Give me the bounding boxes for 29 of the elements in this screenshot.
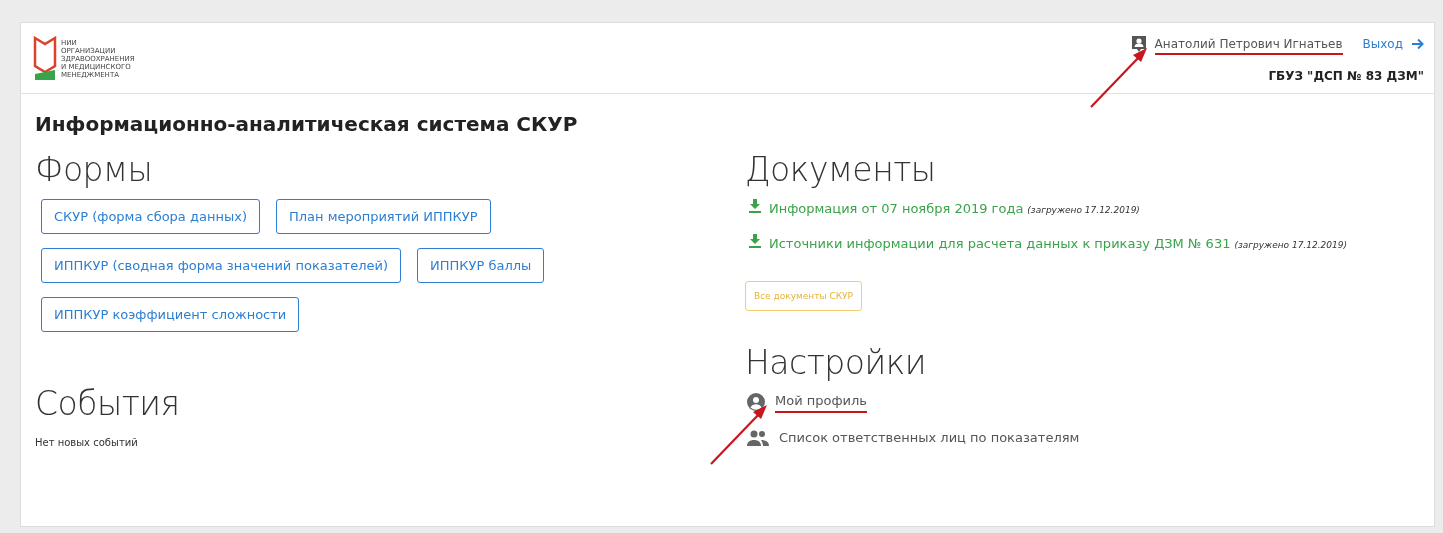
- arrow-right-icon: [1411, 38, 1424, 50]
- page-title: Информационно-аналитическая система СКУР: [35, 112, 579, 136]
- user-card-icon: [1130, 35, 1147, 53]
- settings-link[interactable]: Мой профиль: [775, 393, 867, 413]
- section-heading: События: [35, 384, 181, 423]
- download-icon: [749, 199, 761, 213]
- section-heading: Настройки: [745, 343, 927, 382]
- form-button[interactable]: СКУР (форма сбора данных): [41, 199, 260, 234]
- user-name-link[interactable]: Анатолий Петрович Игнатьев: [1154, 37, 1343, 55]
- organization-name: ГБУЗ "ДСП № 83 ДЗМ": [1268, 69, 1424, 83]
- form-button[interactable]: План мероприятий ИППКУР: [275, 199, 491, 234]
- settings-link[interactable]: Список ответственных лиц по показателям: [779, 430, 1080, 448]
- section-heading: Формы: [35, 150, 154, 189]
- user-circle-icon: [747, 392, 765, 411]
- logo-icon: [33, 36, 57, 82]
- upload-date: (загружено 17.12.2019): [1027, 205, 1140, 215]
- form-button[interactable]: ИППКУР коэффициент сложности: [41, 297, 300, 332]
- section-heading: Документы: [745, 150, 937, 189]
- document-link[interactable]: Информация от 07 ноября 2019 года: [769, 201, 1024, 216]
- events-message: Нет новых событий: [35, 437, 139, 448]
- form-button[interactable]: ИППКУР баллы: [417, 248, 545, 283]
- form-button[interactable]: ИППКУР (сводная форма значений показателей): [41, 248, 401, 283]
- annotation-arrow: [1088, 45, 1149, 109]
- download-icon: [749, 234, 761, 248]
- logout-link[interactable]: Выход: [1362, 37, 1403, 51]
- users-icon: [747, 429, 769, 446]
- upload-date: (загружено 17.12.2019): [1234, 240, 1347, 250]
- document-link[interactable]: Источники информации для расчета данных к приказу ДЗМ № 631: [769, 236, 1231, 251]
- annotation-arrow: [709, 402, 769, 466]
